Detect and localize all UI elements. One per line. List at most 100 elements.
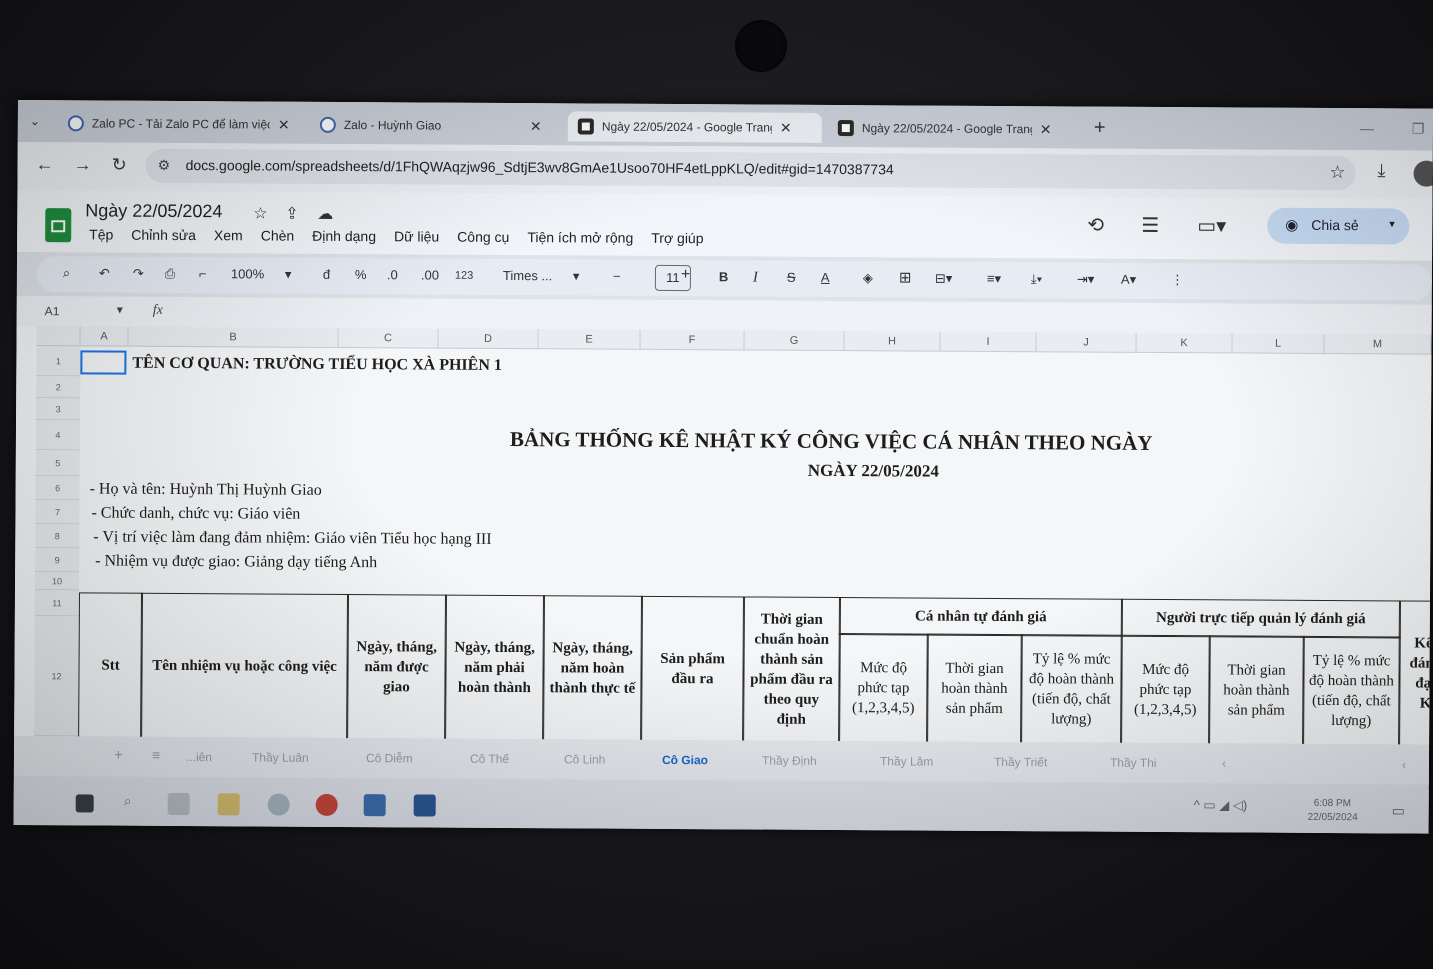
number-format-button[interactable]: 123 — [455, 270, 473, 282]
menu-edit[interactable]: Chỉnh sửa — [131, 227, 196, 243]
row-header[interactable]: 3 — [36, 398, 81, 421]
increase-font-size-icon[interactable]: + — [681, 266, 690, 284]
menu-view[interactable]: Xem — [214, 227, 243, 243]
forward-arrow-icon[interactable]: → — [74, 154, 92, 175]
task-view-icon[interactable] — [167, 792, 190, 816]
row-header[interactable]: 12 — [34, 616, 79, 737]
col-header[interactable]: I — [940, 331, 1037, 353]
horizontal-align-icon[interactable]: ≡▾ — [987, 271, 1001, 287]
th-mgr-time[interactable]: Thời gian hoàn thành sản phẩm — [1208, 635, 1305, 746]
restore-icon[interactable]: ❐ — [1412, 121, 1425, 138]
scroll-right-icon[interactable]: ‹ — [1402, 757, 1406, 771]
sheet-tab[interactable]: Thầy Thi — [1110, 756, 1157, 770]
th-date-due[interactable]: Ngày, tháng, năm phải hoàn thành — [444, 594, 545, 742]
meet-camera-icon[interactable]: ▭▾ — [1197, 213, 1226, 238]
text-rotation-icon[interactable]: A▾ — [1121, 272, 1136, 288]
col-header[interactable]: H — [844, 331, 941, 352]
tab-sheet-2[interactable]: Ngày 22/05/2024 - Google Trang tính ✕ — [828, 113, 1082, 145]
row-header[interactable]: 1 — [36, 346, 81, 377]
add-sheet-icon[interactable]: + — [114, 747, 123, 764]
reload-icon[interactable]: ↻ — [112, 155, 127, 176]
close-icon[interactable]: ✕ — [530, 118, 542, 135]
text-color-button[interactable]: A — [821, 270, 830, 285]
paint-format-icon[interactable]: ⌐ — [199, 266, 207, 281]
menu-tools[interactable]: Công cụ — [457, 229, 509, 245]
profile-avatar[interactable] — [1413, 160, 1433, 187]
th-date-done[interactable]: Ngày, tháng, năm hoàn thành thực tế — [542, 595, 643, 742]
download-icon[interactable]: ⤓ — [1378, 160, 1386, 181]
fill-color-icon[interactable]: ◈ — [863, 270, 873, 286]
zoom-select[interactable]: 100% — [231, 266, 264, 281]
selected-cell-a1[interactable] — [80, 350, 127, 375]
tab-search-chevron-icon[interactable]: ⌄ — [30, 114, 40, 128]
comments-icon[interactable]: ☰ — [1141, 213, 1159, 238]
col-header[interactable]: E — [538, 329, 641, 350]
name-box[interactable]: A1 — [45, 304, 60, 318]
sheet-tab[interactable]: ...iên — [186, 750, 212, 764]
col-header[interactable]: L — [1232, 333, 1325, 354]
site-settings-icon[interactable]: ⚙ — [158, 157, 171, 174]
bold-button[interactable]: B — [719, 269, 728, 284]
font-select[interactable]: Times ... — [503, 268, 552, 283]
col-header[interactable]: K — [1136, 332, 1233, 354]
row-header[interactable]: 11 — [34, 590, 80, 617]
th-result[interactable]: Kết đánh đạt K — [1398, 600, 1433, 747]
decrease-decimal-button[interactable]: .0 — [387, 267, 398, 282]
row-header[interactable]: 6 — [35, 476, 80, 501]
edge-icon[interactable] — [267, 793, 290, 816]
row-header[interactable]: 8 — [35, 524, 80, 549]
file-explorer-icon[interactable] — [217, 793, 240, 816]
tab-zalo-pc[interactable]: Zalo PC - Tải Zalo PC để làm việc ✕ — [58, 108, 308, 140]
row-header[interactable]: 5 — [35, 450, 80, 477]
menu-help[interactable]: Trợ giúp — [651, 230, 703, 246]
move-folder-icon[interactable]: ⇪ — [285, 204, 299, 224]
row-header[interactable]: 4 — [35, 420, 81, 451]
star-icon[interactable]: ☆ — [253, 203, 267, 223]
redo-icon[interactable]: ↷ — [133, 266, 144, 282]
col-header[interactable]: B — [128, 326, 339, 348]
address-bar[interactable]: ⚙ docs.google.com/spreadsheets/d/1FhQWAq… — [145, 148, 1356, 191]
all-sheets-icon[interactable]: ≡ — [152, 747, 160, 763]
sheet-tab[interactable]: Cô Thế — [470, 752, 509, 766]
menu-data[interactable]: Dữ liệu — [394, 228, 439, 244]
close-icon[interactable]: ✕ — [780, 119, 792, 136]
th-mgr-complexity[interactable]: Mức độ phức tạp (1,2,3,4,5) — [1120, 634, 1211, 746]
bookmark-star-icon[interactable]: ☆ — [1329, 162, 1345, 183]
clock-time[interactable]: 6:08 PM — [1314, 798, 1351, 809]
windows-start-icon[interactable] — [75, 794, 94, 813]
chrome-icon[interactable] — [315, 793, 338, 816]
close-icon[interactable]: ✕ — [1040, 121, 1052, 138]
notification-icon[interactable]: ▭ — [1392, 802, 1405, 819]
col-header[interactable]: M — [1324, 333, 1432, 355]
percent-format-button[interactable]: % — [355, 267, 367, 282]
version-history-icon[interactable]: ⟲ — [1087, 213, 1104, 238]
th-date-assigned[interactable]: Ngày, tháng, năm được giao — [346, 594, 447, 741]
col-header[interactable]: J — [1036, 332, 1137, 353]
menu-insert[interactable]: Chèn — [261, 227, 295, 243]
new-tab-plus-icon[interactable]: + — [1094, 117, 1106, 140]
select-all-corner[interactable] — [36, 326, 81, 347]
sheet-tab[interactable]: Thầy Định — [762, 754, 817, 768]
undo-icon[interactable]: ↶ — [99, 265, 110, 281]
row-header[interactable]: 2 — [36, 376, 81, 399]
col-header[interactable]: F — [640, 329, 745, 351]
sheet-tab[interactable]: Cô Linh — [564, 752, 605, 766]
decrease-font-size-icon[interactable]: − — [613, 269, 621, 284]
chevron-down-icon[interactable]: ▾ — [573, 268, 580, 284]
th-stt[interactable]: Stt — [78, 592, 143, 739]
menu-extensions[interactable]: Tiện ích mở rộng — [527, 229, 633, 246]
strikethrough-button[interactable]: S — [787, 270, 796, 285]
th-self-time[interactable]: Thời gian hoàn thành sản phẩm — [926, 633, 1023, 745]
sheet-tab[interactable]: Thầy Luân — [252, 750, 309, 764]
minimize-icon[interactable]: — — [1360, 120, 1374, 136]
tray-icons[interactable]: ^ ▭ ◢ ◁) — [1194, 797, 1248, 813]
menu-file[interactable]: Tệp — [89, 226, 113, 242]
search-menus-icon[interactable]: ⌕ — [63, 265, 70, 281]
currency-format-button[interactable]: đ — [323, 267, 330, 282]
sheet-tab[interactable]: Thầy Lâm — [880, 754, 933, 768]
more-options-icon[interactable]: ⋮ — [1171, 272, 1184, 288]
th-self-assessment[interactable]: Cá nhân tự đánh giá — [838, 597, 1123, 637]
search-icon[interactable]: ⌕ — [124, 793, 146, 815]
sheet-tab[interactable]: Thầy Triết — [994, 755, 1047, 769]
merge-cells-icon[interactable]: ⊟▾ — [935, 271, 953, 287]
